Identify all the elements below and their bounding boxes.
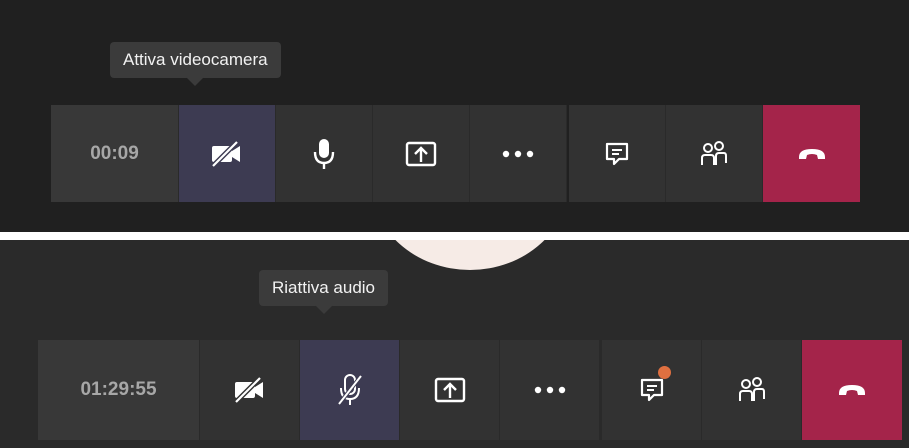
call-toolbar: 01:29:55 [38,340,902,440]
notification-dot [658,366,671,379]
microphone-toggle-button[interactable] [300,340,400,440]
camera-toggle-button[interactable] [179,105,276,202]
more-options-icon [533,385,567,395]
participant-avatar [370,240,570,270]
participants-icon [699,139,729,169]
share-screen-icon [433,375,467,405]
chat-icon [638,376,666,404]
participants-button[interactable] [666,105,763,202]
chat-icon [603,140,631,168]
camera-toggle-button[interactable] [200,340,300,440]
call-timer: 00:09 [51,105,179,202]
camera-off-icon [209,139,245,169]
tooltip-arrow [314,305,333,314]
more-options-button[interactable] [470,105,567,202]
tooltip-text: Attiva videocamera [123,50,268,69]
more-options-button[interactable] [500,340,600,440]
camera-off-icon [232,375,268,405]
participants-icon [737,375,767,405]
hang-up-icon [837,382,867,398]
participants-button[interactable] [702,340,802,440]
more-options-icon [501,149,535,159]
chat-button[interactable] [569,105,666,202]
call-panel-top: Attiva videocamera 00:09 [0,0,909,232]
chat-button[interactable] [602,340,702,440]
share-screen-button[interactable] [373,105,470,202]
call-panel-bottom: Riattiva audio 01:29:55 [0,240,909,448]
tooltip-arrow [186,77,205,86]
hang-up-button[interactable] [802,340,902,440]
tooltip-text: Riattiva audio [272,278,376,297]
microphone-toggle-button[interactable] [276,105,373,202]
hang-up-button[interactable] [763,105,860,202]
hang-up-icon [797,146,827,162]
tooltip-camera: Attiva videocamera [110,42,281,86]
call-timer: 01:29:55 [38,340,200,440]
tooltip-audio: Riattiva audio [259,270,389,314]
share-screen-button[interactable] [400,340,500,440]
share-screen-icon [404,139,438,169]
microphone-icon [310,137,338,171]
call-toolbar: 00:09 [51,105,860,202]
microphone-off-icon [335,373,365,407]
